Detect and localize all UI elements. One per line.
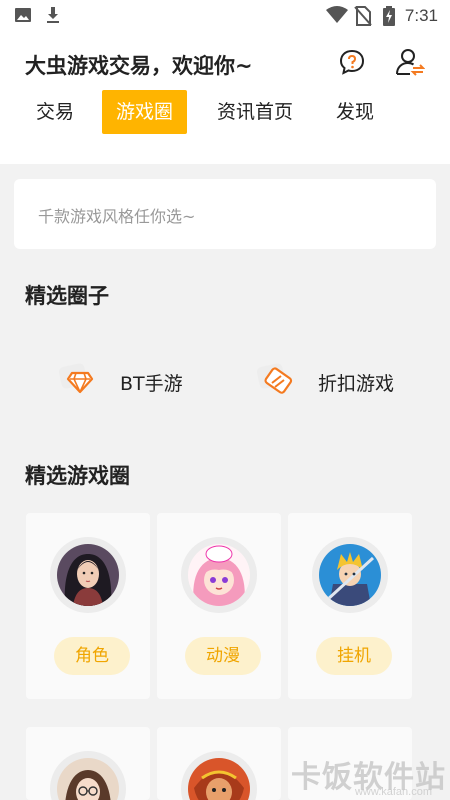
user-exchange-icon — [396, 49, 425, 76]
avatar-ring — [312, 537, 388, 613]
female-warrior-avatar — [57, 544, 119, 606]
featured-games-title: 精选游戏圈 — [25, 464, 130, 488]
top-tabs: 交易 游戏圈 资讯首页 发现 — [0, 90, 450, 134]
download-icon — [44, 6, 62, 28]
circle-item-discount-games[interactable]: 折扣游戏 — [256, 358, 394, 406]
search-placeholder: 千款游戏风格任你选~ — [38, 207, 196, 226]
image-icon — [14, 6, 32, 28]
avatar-ring — [181, 751, 257, 800]
diamond-icon — [58, 359, 104, 405]
circle-item-bt-games[interactable]: BT手游 — [58, 358, 183, 406]
help-chat-icon — [339, 49, 365, 75]
header: 大虫游戏交易，欢迎你~ 交易 游戏圈 资讯首页 发现 — [0, 32, 450, 164]
game-card[interactable] — [26, 727, 150, 800]
coupon-icon — [256, 359, 302, 405]
game-card-anime[interactable]: 动漫 — [157, 513, 281, 699]
no-sim-icon — [354, 6, 372, 30]
wifi-icon — [326, 6, 348, 28]
game-tag: 角色 — [54, 637, 130, 675]
circle-label: BT手游 — [120, 372, 183, 395]
avatar-ring — [50, 751, 126, 800]
game-card[interactable] — [157, 727, 281, 800]
battery-charging-icon — [382, 6, 396, 30]
circle-label: 折扣游戏 — [318, 372, 395, 395]
watermark-url: www.kafan.com — [354, 786, 432, 798]
game-card-role[interactable]: 角色 — [26, 513, 150, 699]
game-tag: 动漫 — [185, 637, 261, 675]
avatar-ring — [50, 537, 126, 613]
help-chat-button[interactable] — [334, 44, 370, 80]
status-bar: 7:31 — [0, 0, 450, 32]
avatar-ring — [181, 537, 257, 613]
game-tag: 挂机 — [316, 637, 392, 675]
monkey-king-avatar — [188, 758, 250, 800]
user-center-button[interactable] — [392, 44, 428, 80]
page-title: 大虫游戏交易，欢迎你~ — [25, 54, 253, 78]
tab-game-circle[interactable]: 游戏圈 — [102, 90, 187, 134]
glasses-girl-avatar — [57, 758, 119, 800]
featured-circles-title: 精选圈子 — [25, 284, 109, 308]
tab-news-home[interactable]: 资讯首页 — [206, 90, 304, 134]
tab-trade[interactable]: 交易 — [26, 90, 84, 134]
game-card-idle[interactable]: 挂机 — [288, 513, 412, 699]
tab-discover[interactable]: 发现 — [324, 90, 386, 134]
blonde-knight-avatar — [319, 544, 381, 606]
status-time: 7:31 — [404, 6, 438, 25]
search-box[interactable]: 千款游戏风格任你选~ — [14, 179, 436, 249]
pink-hair-anime-avatar — [188, 544, 250, 606]
